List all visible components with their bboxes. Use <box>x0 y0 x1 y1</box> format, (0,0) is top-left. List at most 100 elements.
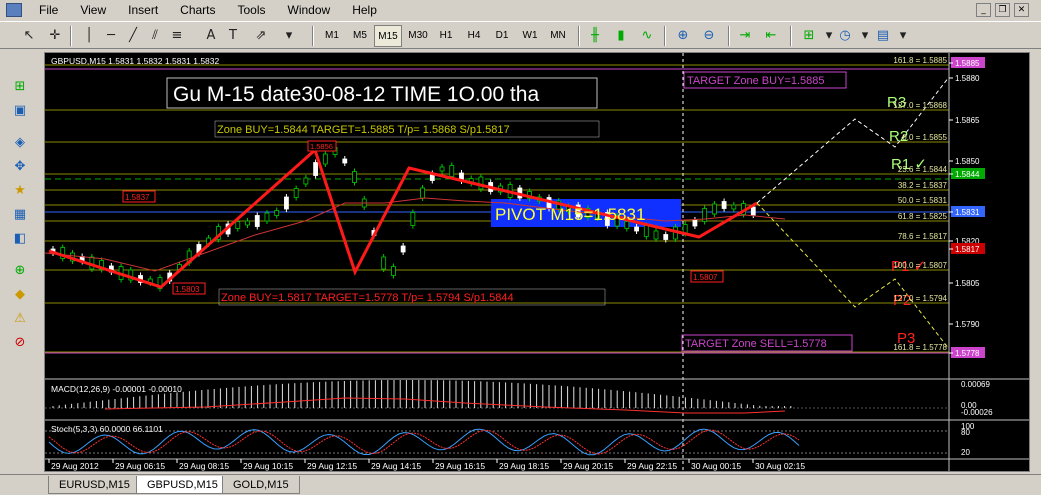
fib-label: 38.2 = 1.5837 <box>898 181 948 190</box>
strategy-tester-icon[interactable]: ◧ <box>10 230 30 248</box>
timeframe-h1[interactable]: H1 <box>432 25 460 47</box>
candle-body <box>303 177 309 185</box>
menu-help[interactable]: Help <box>341 0 388 20</box>
horizontal-line-icon[interactable]: ─ <box>100 25 122 47</box>
timeframe-m5[interactable]: M5 <box>346 25 374 47</box>
close-icon[interactable]: ✕ <box>1014 3 1029 17</box>
candle-body <box>653 230 659 240</box>
menu-file[interactable]: File <box>28 0 69 20</box>
line-chart-icon[interactable]: ∿ <box>636 25 658 47</box>
macd-tick-top: 0.00069 <box>961 380 990 389</box>
time-label: 29 Aug 06:15 <box>115 461 165 471</box>
autoscroll-icon[interactable]: ⇥ <box>734 25 756 47</box>
trendline-icon[interactable]: ╱ <box>122 25 144 47</box>
text-icon[interactable]: A <box>200 25 222 47</box>
timeframe-m1[interactable]: M1 <box>318 25 346 47</box>
stoch-label: Stoch(5,3,3) 60.0000 66.1101 <box>51 424 163 434</box>
shapes-menu-icon[interactable]: ▾ <box>278 25 300 47</box>
candle-chart-icon[interactable]: ▮ <box>610 25 632 47</box>
expert-advisors-icon[interactable]: ⊘ <box>10 334 30 352</box>
price-tick: 1.5880 <box>955 74 980 83</box>
candle-body <box>449 165 455 177</box>
minimize-icon[interactable]: _ <box>976 3 991 17</box>
time-label: 29 Aug 10:15 <box>243 461 293 471</box>
arrow-tool-icon[interactable]: ⇗ <box>250 25 272 47</box>
new-order-icon[interactable]: ⊕ <box>10 262 30 280</box>
channel-icon[interactable]: ⫽ <box>144 25 166 47</box>
tab-eurusd[interactable]: EURUSD,M15 <box>48 476 141 494</box>
candle-body <box>313 162 319 176</box>
toolbar-separator <box>312 26 314 46</box>
time-label: 30 Aug 02:15 <box>755 461 805 471</box>
clock-icon[interactable]: ◷ <box>834 25 856 47</box>
candle-body <box>284 196 289 210</box>
indicators-icon[interactable]: ⊞ <box>798 25 820 47</box>
templates-icon[interactable]: ▤ <box>872 25 894 47</box>
bar-chart-icon[interactable]: ╫ <box>584 25 606 47</box>
left-toolbar: ⊞ ▣ ◈ ✥ ★ ▦ ◧ ⊕ ◆ ⚠ ⊘ <box>0 50 38 475</box>
time-label: 29 Aug 12:15 <box>307 461 357 471</box>
macd-tick-bottom: -0.00026 <box>961 408 993 417</box>
toolbar: ↖ ✛ │ ─ ╱ ⫽ ≡ A T ⇗ ▾ M1 M5 M15 M30 H1 H… <box>0 21 1041 49</box>
zoom-out-icon[interactable]: ⊖ <box>698 25 720 47</box>
zone-buy-text: Zone BUY=1.5844 TARGET=1.5885 T/p= 1.586… <box>217 124 510 136</box>
crosshair-icon[interactable]: ✛ <box>44 25 66 47</box>
candle-body <box>439 166 445 172</box>
time-label: 29 Aug 22:15 <box>627 461 677 471</box>
timeframe-mn[interactable]: MN <box>544 25 572 47</box>
projection-down <box>756 202 950 350</box>
candle-body <box>264 212 270 222</box>
profiles-icon[interactable]: ▣ <box>10 102 30 120</box>
fib-label: 50.0 = 1.5831 <box>898 196 948 205</box>
restore-icon[interactable]: ❐ <box>995 3 1010 17</box>
menu-view[interactable]: View <box>69 0 117 20</box>
menu-tools[interactable]: Tools <box>227 0 277 20</box>
data-window-icon[interactable]: ✥ <box>10 158 30 176</box>
chart-shift-icon[interactable]: ⇤ <box>760 25 782 47</box>
candle-body <box>692 219 698 227</box>
target-buy-text: TARGET Zone BUY=1.5885 <box>687 75 824 87</box>
timeframe-m15[interactable]: M15 <box>374 25 402 47</box>
alert-icon[interactable]: ⚠ <box>10 310 30 328</box>
candle-body <box>245 220 250 226</box>
time-label: 29 Aug 2012 <box>51 461 99 471</box>
timeframe-d1[interactable]: D1 <box>488 25 516 47</box>
navigator-icon[interactable]: ★ <box>10 182 30 200</box>
time-label: 29 Aug 08:15 <box>179 461 229 471</box>
candle-body <box>478 176 484 190</box>
fib-label: 61.8 = 1.5825 <box>898 212 948 221</box>
menu-charts[interactable]: Charts <box>169 0 226 20</box>
candle-body <box>711 203 717 215</box>
metaeditor-icon[interactable]: ◆ <box>10 286 30 304</box>
menu-insert[interactable]: Insert <box>117 0 169 20</box>
price-tick: 1.5817 <box>955 245 980 254</box>
time-label: 29 Aug 14:15 <box>371 461 421 471</box>
time-label: 30 Aug 00:15 <box>691 461 741 471</box>
menu-window[interactable]: Window <box>277 0 342 20</box>
candle-body <box>634 226 639 232</box>
market-watch-icon[interactable]: ◈ <box>10 134 30 152</box>
timeframe-w1[interactable]: W1 <box>516 25 544 47</box>
chart-window[interactable]: Gu M-15 date30-08-12 TIME 1O.00 tha GBPU… <box>44 52 1030 472</box>
price-tick: 1.5885 <box>955 59 980 68</box>
vertical-scrollbar[interactable] <box>1030 52 1041 472</box>
timeframe-m30[interactable]: M30 <box>404 25 432 47</box>
new-chart-icon[interactable]: ⊞ <box>10 78 30 96</box>
zoom-in-icon[interactable]: ⊕ <box>672 25 694 47</box>
timeframe-h4[interactable]: H4 <box>460 25 488 47</box>
time-label: 29 Aug 18:15 <box>499 461 549 471</box>
terminal-icon[interactable]: ▦ <box>10 206 30 224</box>
cursor-icon[interactable]: ↖ <box>18 25 40 47</box>
candle-body <box>235 221 241 229</box>
price-axis: 1.5885 1.5880 1.5865 1.5850 1.5844 1.5831 1.58… <box>949 57 985 358</box>
candle-body <box>410 212 416 226</box>
tab-gbpusd[interactable]: GBPUSD,M15 <box>136 476 229 494</box>
vertical-line-icon[interactable]: │ <box>78 25 100 47</box>
templates-menu-icon[interactable]: ▾ <box>892 25 914 47</box>
label-icon[interactable]: T <box>222 25 244 47</box>
tab-gold[interactable]: GOLD,M15 <box>222 476 300 494</box>
price-tick: 1.5805 <box>955 279 980 288</box>
fibonacci-icon[interactable]: ≡ <box>166 25 188 47</box>
candle-body <box>420 187 425 199</box>
chart-canvas[interactable]: Gu M-15 date30-08-12 TIME 1O.00 tha GBPU… <box>45 53 1030 472</box>
